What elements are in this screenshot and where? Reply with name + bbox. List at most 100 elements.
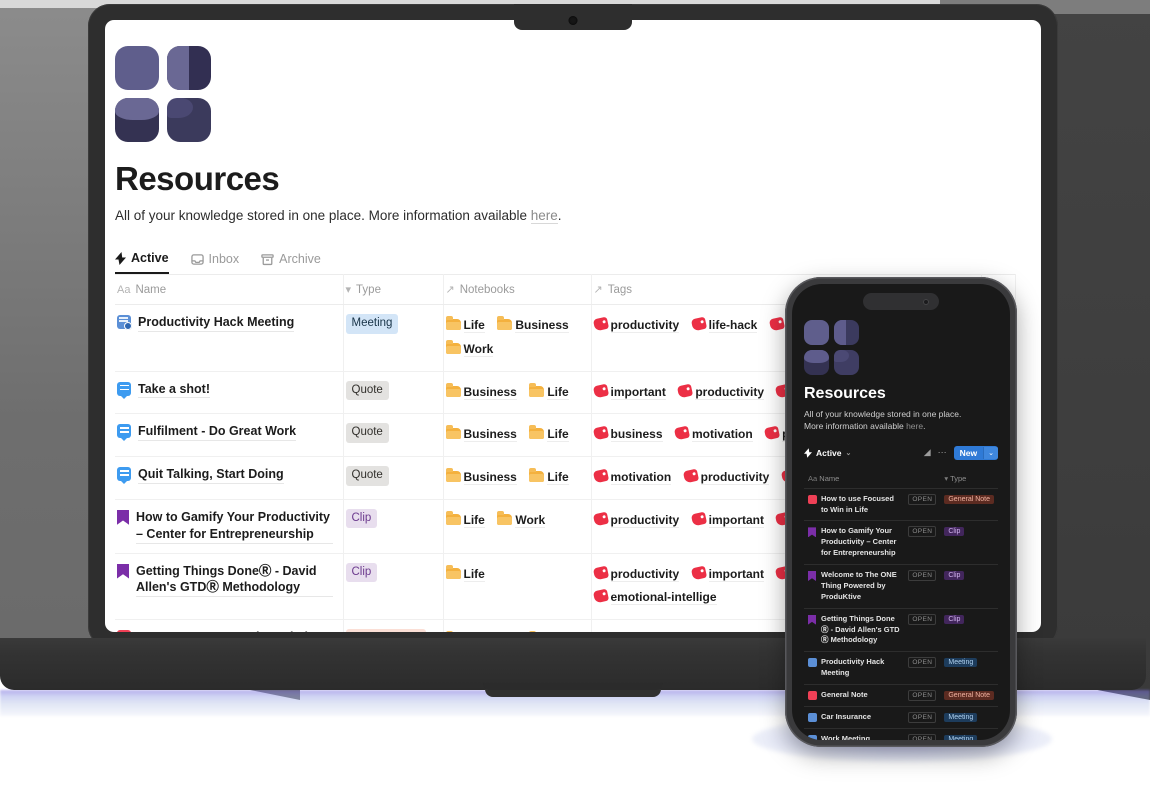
column-header-notebooks[interactable]: ↗ Notebooks xyxy=(443,274,592,305)
tab-archive[interactable]: Archive xyxy=(261,251,321,274)
tag-chip: productivity xyxy=(695,384,764,400)
tag-icon xyxy=(690,511,707,527)
tag-icon xyxy=(677,383,694,398)
phone-cell-type[interactable]: Clip xyxy=(940,564,998,609)
cell-notebooks[interactable]: Life xyxy=(443,553,592,620)
phone-column-header-name[interactable]: Aa Name xyxy=(804,468,905,489)
notebook-chip: Business xyxy=(515,318,569,333)
tag-chip: productivity xyxy=(610,566,680,582)
cell-type[interactable]: Meeting xyxy=(343,304,444,372)
phone-cell-open[interactable]: OPEN xyxy=(904,728,941,740)
phone-cell-type[interactable]: Meeting xyxy=(940,728,998,740)
phone-cell-type[interactable]: General Note xyxy=(940,488,998,522)
phone-cell-type[interactable]: Meeting xyxy=(940,651,998,685)
list-item[interactable]: How to use Focused to Win in Life OPEN G… xyxy=(804,488,998,522)
list-item[interactable]: Welcome to The ONE Thing Powered by Prod… xyxy=(804,564,998,609)
tag-chip: motivation xyxy=(692,427,753,443)
relation-icon: ↗ xyxy=(593,284,603,296)
cell-name[interactable]: Productivity Hack Meeting xyxy=(115,304,344,372)
phone-cell-name[interactable]: Productivity Hack Meeting xyxy=(804,651,905,685)
more-options-icon[interactable]: ⋯ xyxy=(938,447,947,458)
cell-type[interactable]: Clip xyxy=(343,553,444,620)
new-button[interactable]: New ⌄ xyxy=(953,445,998,460)
clip-icon xyxy=(808,527,817,536)
cell-type[interactable]: Clip xyxy=(343,499,444,554)
cell-notebooks[interactable]: Business Life Work xyxy=(443,619,592,632)
phone-column-header-type[interactable]: ▾ Type xyxy=(940,468,998,489)
list-item[interactable]: How to Gamify Your Productivity – Center… xyxy=(804,520,998,565)
cell-notebooks[interactable]: Business Life xyxy=(443,371,592,415)
cell-notebooks[interactable]: Business Life xyxy=(443,456,592,500)
cell-name[interactable]: Quit Talking, Start Doing xyxy=(115,456,344,500)
phone-view-selector[interactable]: Active ⌄ xyxy=(804,448,851,458)
phone-cell-name[interactable]: Work Meeting xyxy=(804,728,905,740)
phone-cell-type[interactable]: Clip xyxy=(940,520,998,565)
cell-name[interactable]: How to use Focused to Win in Life xyxy=(115,619,344,632)
phone-cell-type[interactable]: Clip xyxy=(940,608,998,653)
phone-row-name: Car Insurance xyxy=(821,711,872,721)
tag-icon xyxy=(764,425,781,441)
tag-chip: important xyxy=(708,512,764,528)
phone-here-link[interactable]: here xyxy=(906,421,923,431)
cell-name[interactable]: How to Gamify Your Productivity – Center… xyxy=(115,499,344,554)
column-header-type[interactable]: ▾ Type xyxy=(343,274,444,305)
folder-icon xyxy=(445,510,461,525)
phone-toolbar-actions: ◢ ⋯ New ⌄ xyxy=(924,445,998,460)
phone-cell-open[interactable]: OPEN xyxy=(904,564,941,609)
filter-icon[interactable]: ◢ xyxy=(924,447,931,458)
phone-cell-open[interactable]: OPEN xyxy=(904,706,941,729)
folder-icon xyxy=(445,425,461,440)
tag-icon xyxy=(690,316,707,332)
phone-cell-open[interactable]: OPEN xyxy=(904,608,941,653)
clip-icon xyxy=(117,564,129,578)
phone-cell-type[interactable]: Meeting xyxy=(940,706,998,729)
list-item[interactable]: Work Meeting OPEN Meeting xyxy=(804,728,998,740)
tab-inbox[interactable]: Inbox xyxy=(190,251,239,274)
open-label: OPEN xyxy=(908,570,937,581)
select-icon: ▾ xyxy=(944,473,949,483)
phone-cell-name[interactable]: Getting Things Done Ⓡ - David Allen's GT… xyxy=(804,608,905,653)
phone-cell-open[interactable]: OPEN xyxy=(904,520,941,565)
select-icon: ▾ xyxy=(345,284,352,296)
column-header-type-label: Type xyxy=(356,283,381,296)
list-item[interactable]: Productivity Hack Meeting OPEN Meeting xyxy=(804,651,998,685)
phone-cell-type[interactable]: General Note xyxy=(940,684,998,707)
phone-cell-name[interactable]: Welcome to The ONE Thing Powered by Prod… xyxy=(804,564,905,609)
list-item[interactable]: Car Insurance OPEN Meeting xyxy=(804,706,998,729)
phone-row-name: Productivity Hack Meeting xyxy=(821,657,885,678)
clip-icon xyxy=(808,615,817,624)
cell-name[interactable]: Fulfilment - Do Great Work xyxy=(115,413,344,457)
phone-cell-name[interactable]: General Note xyxy=(804,684,905,707)
tag-icon xyxy=(592,383,609,398)
phone-row-name: General Note xyxy=(821,690,868,699)
here-link[interactable]: here xyxy=(530,208,558,224)
list-item[interactable]: General Note OPEN General Note xyxy=(804,684,998,707)
cell-type[interactable]: Quote xyxy=(343,413,444,457)
cell-notebooks[interactable]: Life Business Work xyxy=(443,304,592,372)
phone-cell-name[interactable]: Car Insurance xyxy=(804,706,905,729)
cell-name[interactable]: Take a shot! xyxy=(115,371,344,415)
tab-active[interactable]: Active xyxy=(115,251,169,274)
phone-row-name: Getting Things Done Ⓡ - David Allen's GT… xyxy=(821,613,900,645)
folder-icon xyxy=(529,468,545,482)
cell-type[interactable]: Quote xyxy=(343,456,444,500)
column-header-name[interactable]: Aa Name xyxy=(115,274,344,305)
cell-name[interactable]: Getting Things DoneⓇ - David Allen's GTD… xyxy=(115,553,344,620)
phone-table-header-row: Aa Name ▾ Type xyxy=(804,468,998,489)
row-name: How to Gamify Your Productivity – Center… xyxy=(136,509,333,544)
cell-type[interactable]: General Note xyxy=(343,619,444,632)
status-badge: General Note xyxy=(345,629,426,632)
phone-table-body: How to use Focused to Win in Life OPEN G… xyxy=(804,488,998,740)
row-name: Take a shot! xyxy=(138,381,211,399)
list-item[interactable]: Getting Things Done Ⓡ - David Allen's GT… xyxy=(804,608,998,653)
cell-type[interactable]: Quote xyxy=(343,371,444,415)
cell-notebooks[interactable]: Business Life xyxy=(443,413,592,457)
phone-cell-name[interactable]: How to use Focused to Win in Life xyxy=(804,488,905,522)
phone-cell-open[interactable]: OPEN xyxy=(904,488,941,522)
phone-cell-name[interactable]: How to Gamify Your Productivity – Center… xyxy=(804,520,905,565)
cell-notebooks[interactable]: Life Work xyxy=(443,499,592,554)
dynamic-island xyxy=(863,293,939,310)
meeting-icon xyxy=(808,734,817,740)
phone-cell-open[interactable]: OPEN xyxy=(904,651,941,685)
phone-cell-open[interactable]: OPEN xyxy=(904,684,941,707)
